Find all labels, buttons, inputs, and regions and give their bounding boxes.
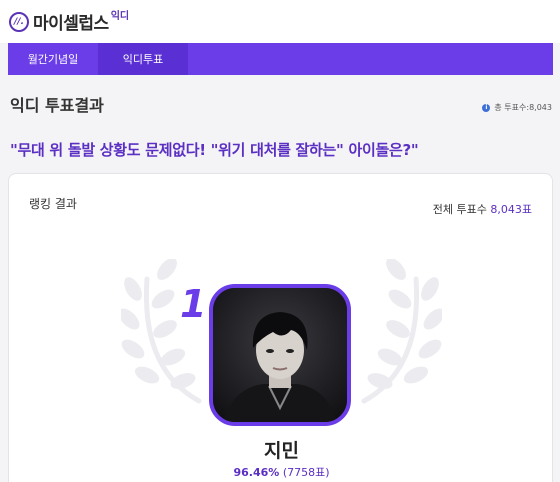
tab-ikdi-vote[interactable]: 익디투표 — [98, 43, 188, 75]
winner-photo[interactable] — [209, 284, 351, 426]
winner-stats: 96.46% (7758표) — [9, 464, 554, 480]
logo-badge-icon: //. — [9, 11, 29, 32]
total-votes-label: 전체 투표수 — [432, 203, 487, 216]
site-logo[interactable]: //. 마이셀럽스 익디 — [9, 9, 129, 34]
laurel-right-icon — [361, 259, 442, 404]
total-votes-summary-label: 총 투표수:8,043 — [494, 103, 552, 112]
site-header: //. 마이셀럽스 익디 — [0, 0, 560, 43]
winner-percent: 96.46% — [233, 466, 280, 479]
main-nav: 월간기념일 익디투표 — [8, 43, 553, 75]
winner-votes: (7758표) — [282, 466, 330, 479]
page-title: 익디 투표결과 — [10, 96, 104, 115]
portrait-image — [213, 288, 347, 422]
logo-sup: 익디 — [110, 11, 130, 22]
info-icon: i — [482, 103, 491, 112]
tab-monthly-anniversary[interactable]: 월간기념일 — [8, 43, 98, 75]
total-votes: 전체 투표수 8,043표 — [433, 201, 532, 217]
ranking-label: 랭킹 결과 — [29, 197, 77, 211]
logo-text: 마이셀럽스 — [33, 14, 109, 34]
total-votes-summary: i 총 투표수:8,043 — [482, 102, 552, 113]
rank-number: 1 — [180, 282, 207, 326]
vote-question: "무대 위 돌발 상황도 문제없다! "위기 대처를 잘하는" 아이돌은?" — [10, 141, 419, 159]
ranking-card: 랭킹 결과 전체 투표수 8,043표 1 지민 96.46% (7758표) — [8, 173, 553, 482]
winner-name: 지민 — [264, 440, 299, 462]
total-votes-value: 8,043표 — [490, 203, 532, 216]
